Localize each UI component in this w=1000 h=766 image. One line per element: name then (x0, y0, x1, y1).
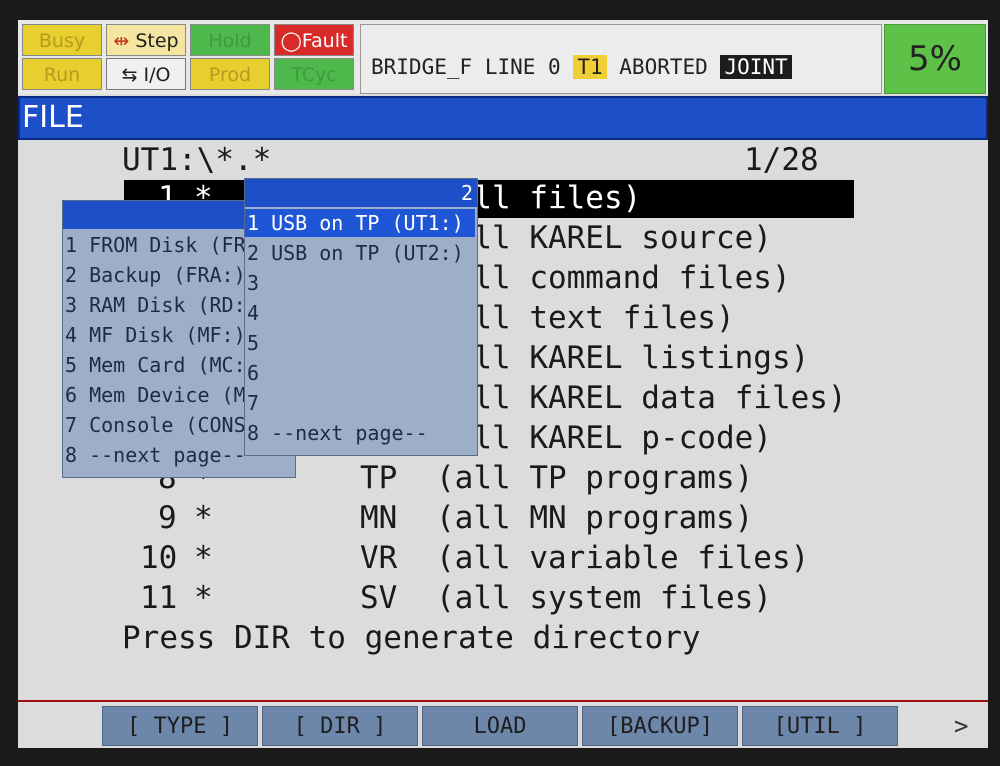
popup-item[interactable]: 4 MF Disk (MF:) (65, 323, 246, 347)
program-state: ABORTED (619, 55, 708, 79)
row-wildcard: * (194, 500, 213, 536)
step-icon: ⇹ (113, 30, 130, 52)
footer-divider (18, 700, 988, 702)
popup-item[interactable]: 7 (247, 391, 259, 415)
popup-item[interactable]: 3 (247, 271, 259, 295)
program-name: BRIDGE_F (371, 55, 473, 79)
row-description: (all KAREL p-code) (436, 420, 772, 456)
row-number: 9 (158, 500, 177, 536)
popup-item[interactable]: 2 Backup (FRA:) (65, 263, 246, 287)
popup-item[interactable]: 5 (247, 331, 259, 355)
fault-led: ◯Fault (274, 24, 354, 56)
run-led: Run (22, 58, 102, 90)
teach-pendant-screen: Busy ⇹ Step Hold ◯Fault Run ⇆ I/O Prod T… (18, 20, 988, 748)
row-description: (all KAREL data files) (436, 380, 847, 416)
tcyc-led: TCyc (274, 58, 354, 90)
row-extension: VR (360, 540, 398, 576)
popup-page-number: 2 (460, 181, 473, 205)
popup-item[interactable]: 8 --next page-- (65, 443, 246, 467)
function-key-bar: [ TYPE ] [ DIR ] LOAD [BACKUP] [UTIL ] > (18, 704, 988, 748)
row-extension: SV (360, 580, 398, 616)
override-speed: 5% (884, 24, 986, 94)
program-status-text: BRIDGE_F LINE 0 T1 ABORTED JOINT (371, 55, 792, 79)
hold-led: Hold (190, 24, 270, 56)
io-label: I/O (143, 64, 171, 86)
popup-header: 2 (245, 179, 477, 207)
popup-item-selected[interactable]: 1 USB on TP (UT1:) (247, 211, 464, 235)
row-extension: TP (360, 460, 398, 496)
next-page-icon[interactable]: > (954, 712, 968, 740)
row-description: (all command files) (436, 260, 791, 296)
io-icon: ⇆ (121, 64, 138, 86)
popup-item[interactable]: 3 RAM Disk (RD: (65, 293, 246, 317)
coord-badge: JOINT (720, 55, 792, 79)
f1-type-key[interactable]: [ TYPE ] (102, 706, 258, 746)
row-description: (all KAREL listings) (436, 340, 810, 376)
busy-led: Busy (22, 24, 102, 56)
row-number: 10 (140, 540, 178, 576)
row-wildcard: * (194, 580, 213, 616)
popup-item[interactable]: 6 Mem Device (M (65, 383, 246, 407)
row-description: (all MN programs) (436, 500, 754, 536)
fault-label: Fault (301, 30, 348, 52)
popup-item[interactable]: 5 Mem Card (MC: (65, 353, 246, 377)
popup-item[interactable]: 2 USB on TP (UT2:) (247, 241, 464, 265)
file-list-panel: UT1:\*.* 1/28 1 * (all files) (all KAREL… (18, 138, 988, 698)
step-label: Step (135, 30, 179, 52)
hint-text: Press DIR to generate directory (122, 620, 701, 656)
tool-badge: T1 (573, 55, 607, 79)
fault-icon: ◯ (280, 30, 302, 52)
popup-item[interactable]: 8 --next page-- (247, 421, 428, 445)
screen-title-bar: FILE (18, 96, 988, 140)
popup-item[interactable]: 6 (247, 361, 259, 385)
row-wildcard: * (194, 540, 213, 576)
line-label: LINE 0 (484, 55, 561, 79)
f3-load-key[interactable]: LOAD (422, 706, 578, 746)
step-led: ⇹ Step (106, 24, 186, 56)
program-status: BRIDGE_F LINE 0 T1 ABORTED JOINT (360, 24, 882, 94)
f5-util-key[interactable]: [UTIL ] (742, 706, 898, 746)
popup-item[interactable]: 1 FROM Disk (FR (65, 233, 246, 257)
f4-backup-key[interactable]: [BACKUP] (582, 706, 738, 746)
prod-led: Prod (190, 58, 270, 90)
popup-item[interactable]: 4 (247, 301, 259, 325)
row-description: (all TP programs) (436, 460, 754, 496)
f2-dir-key[interactable]: [ DIR ] (262, 706, 418, 746)
override-value: 5% (908, 39, 962, 79)
screen-title: FILE (22, 100, 84, 135)
status-bar: Busy ⇹ Step Hold ◯Fault Run ⇆ I/O Prod T… (18, 20, 988, 94)
row-description: (all text files) (436, 300, 735, 336)
row-number: 11 (140, 580, 178, 616)
popup-item[interactable]: 7 Console (CONS (65, 413, 246, 437)
row-extension: MN (360, 500, 398, 536)
page-indicator: 1/28 (744, 142, 819, 178)
row-description: (all system files) (436, 580, 772, 616)
device-popup-page2: 2 1 USB on TP (UT1:) 2 USB on TP (UT2:) … (244, 178, 478, 456)
directory-path: UT1:\*.* (122, 142, 272, 178)
io-led: ⇆ I/O (106, 58, 186, 90)
row-description: (all KAREL source) (436, 220, 772, 256)
row-description: (all variable files) (436, 540, 810, 576)
